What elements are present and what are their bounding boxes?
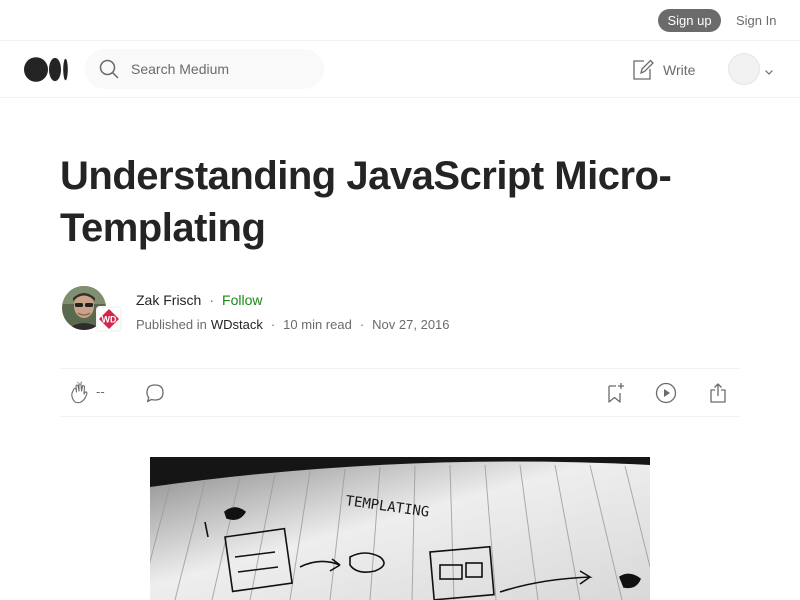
bookmark-add-icon[interactable] <box>603 381 627 405</box>
publication-badge-text: WD <box>102 315 117 325</box>
read-time: 10 min read <box>283 317 352 332</box>
top-strip: Sign up Sign In <box>0 0 800 41</box>
sign-up-button[interactable]: Sign up <box>658 9 721 32</box>
search-input[interactable] <box>131 49 311 89</box>
navigation-bar: Write <box>0 41 800 98</box>
templating-sketch-image: TEMPLATING <box>150 457 650 600</box>
write-button[interactable]: Write <box>632 58 695 82</box>
author-name[interactable]: Zak Frisch <box>136 291 201 309</box>
published-in-label: Published in <box>136 317 207 332</box>
separator-dot: · <box>359 317 365 332</box>
chevron-down-icon <box>764 64 774 75</box>
article-action-bar: -- <box>60 368 740 417</box>
medium-logo-icon[interactable] <box>24 57 68 82</box>
search-bar[interactable] <box>85 49 324 89</box>
play-icon[interactable] <box>654 381 678 405</box>
search-icon <box>99 59 119 79</box>
write-icon <box>632 59 654 81</box>
author-line: Zak Frisch · Follow <box>136 291 262 309</box>
follow-button[interactable]: Follow <box>222 291 262 309</box>
publish-date: Nov 27, 2016 <box>372 317 450 332</box>
user-avatar <box>728 53 760 85</box>
article-title: Understanding JavaScript Micro-Templatin… <box>60 154 672 250</box>
comment-icon[interactable] <box>144 382 166 404</box>
clap-count: -- <box>96 384 105 399</box>
article-meta: Published in WDstack · 10 min read · Nov… <box>136 316 450 333</box>
publication-badge-icon[interactable]: WD <box>96 306 122 332</box>
separator-dot: · <box>270 317 276 332</box>
share-icon[interactable] <box>706 381 730 405</box>
separator-dot: · <box>209 292 215 308</box>
clap-icon[interactable] <box>68 381 92 405</box>
user-menu-button[interactable] <box>727 52 777 86</box>
write-label: Write <box>663 62 696 78</box>
sign-in-link[interactable]: Sign In <box>736 9 776 32</box>
publication-name[interactable]: WDstack <box>211 316 263 333</box>
